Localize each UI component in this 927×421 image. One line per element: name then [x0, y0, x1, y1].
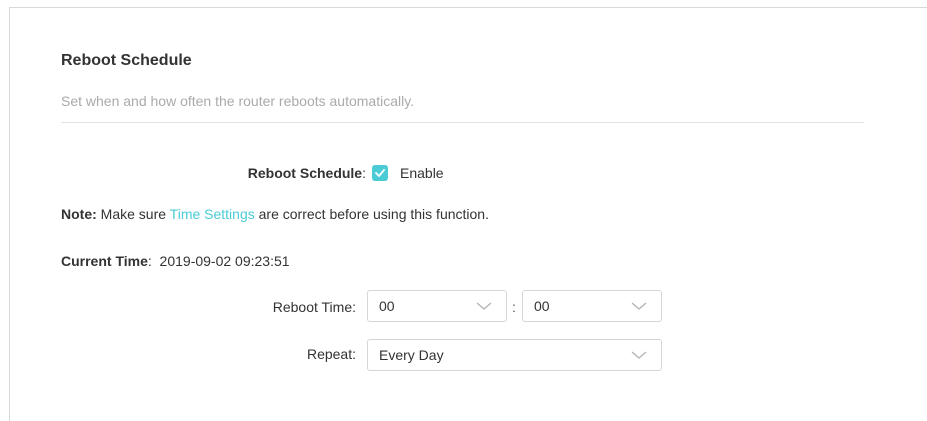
time-separator: :: [512, 299, 516, 315]
reboot-schedule-label: Reboot Schedule: [247, 165, 363, 181]
repeat-label: Repeat:: [306, 346, 356, 362]
chevron-down-icon: [631, 302, 647, 310]
section-subtitle: Set when and how often the router reboot…: [61, 93, 415, 109]
time-settings-link[interactable]: Time Settings: [170, 206, 255, 222]
reboot-schedule-colon: :: [362, 165, 366, 181]
repeat-select[interactable]: Every Day: [367, 339, 662, 371]
note-text: Note: Make sure Time Settings are correc…: [61, 206, 489, 222]
section-title: Reboot Schedule: [61, 52, 192, 69]
current-time-row: Current Time: 2019-09-02 09:23:51: [61, 253, 290, 269]
section-divider: [61, 122, 864, 123]
current-time-value: 2019-09-02 09:23:51: [159, 253, 290, 269]
note-before-link: Make sure: [96, 206, 170, 222]
reboot-hour-select[interactable]: 00: [367, 290, 507, 322]
repeat-value: Every Day: [379, 347, 444, 363]
checkmark-icon: [375, 169, 385, 177]
reboot-minute-select[interactable]: 00: [522, 290, 662, 322]
note-prefix: Note:: [61, 206, 97, 222]
enable-checkbox[interactable]: [372, 165, 388, 181]
reboot-time-label: Reboot Time:: [272, 299, 356, 315]
enable-label[interactable]: Enable: [400, 165, 444, 181]
reboot-hour-value: 00: [379, 298, 395, 314]
chevron-down-icon: [631, 351, 647, 359]
reboot-minute-value: 00: [534, 298, 550, 314]
reboot-schedule-label-group: Reboot Schedule:: [200, 165, 366, 181]
current-time-colon: :: [147, 253, 152, 269]
current-time-label: Current Time: [61, 253, 148, 269]
note-after-link: are correct before using this function.: [254, 206, 489, 222]
chevron-down-icon: [476, 302, 492, 310]
